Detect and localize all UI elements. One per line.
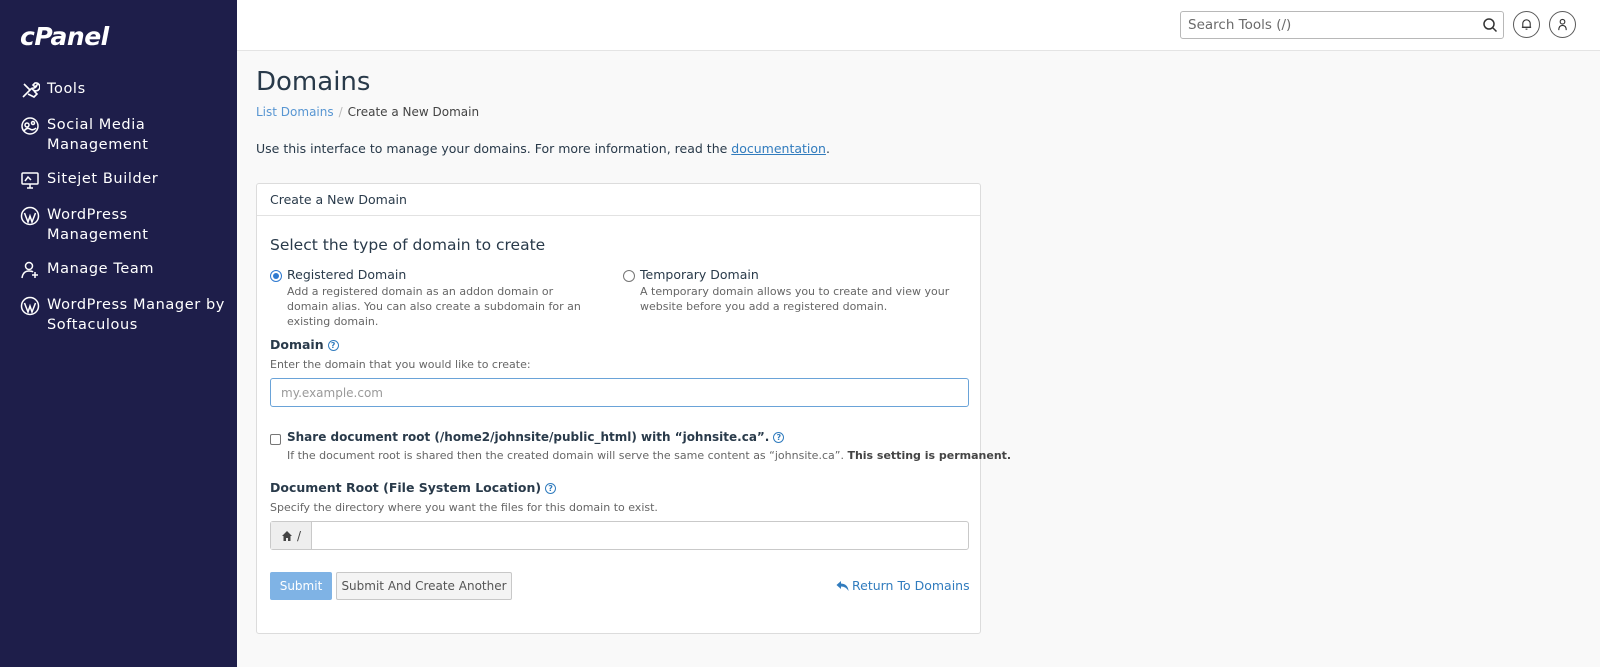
sidebar-nav: Tools Social Media Management Sitejet Bu… bbox=[0, 78, 237, 348]
page-title: Domains bbox=[256, 67, 371, 97]
submit-button[interactable]: Submit bbox=[270, 572, 332, 600]
home-icon bbox=[281, 530, 292, 541]
document-root-hint: Specify the directory where you want the… bbox=[270, 501, 658, 514]
intro-text-body: Use this interface to manage your domain… bbox=[256, 141, 732, 156]
domain-label: Domain? bbox=[270, 337, 339, 352]
sidebar-item-label: Manage Team bbox=[47, 261, 155, 277]
user-icon bbox=[1558, 18, 1567, 31]
breadcrumb-current: Create a New Domain bbox=[347, 105, 480, 119]
cpanel-logo[interactable]: cPanel bbox=[20, 22, 109, 51]
wordpress-icon bbox=[19, 205, 41, 227]
help-icon[interactable]: ? bbox=[545, 483, 557, 494]
permanent-setting-note: This setting is permanent. bbox=[847, 449, 1012, 462]
domain-input[interactable] bbox=[270, 378, 969, 407]
search-input[interactable] bbox=[1181, 12, 1471, 38]
sidebar-item-wordpress-softaculous[interactable]: WordPress Manager by Softaculous bbox=[0, 294, 237, 335]
document-root-field: / bbox=[270, 521, 969, 550]
user-menu-button[interactable] bbox=[1549, 11, 1576, 38]
temporary-domain-description: A temporary domain allows you to create … bbox=[640, 285, 950, 313]
breadcrumb-separator: / bbox=[338, 105, 343, 119]
share-document-root-hint: If the document root is shared then the … bbox=[287, 449, 1011, 462]
share-document-root-checkbox[interactable] bbox=[270, 434, 281, 445]
registered-domain-radio[interactable] bbox=[270, 270, 282, 282]
manage-team-icon bbox=[19, 259, 41, 281]
intro-text-end: . bbox=[825, 141, 830, 156]
section-title: Select the type of domain to create bbox=[270, 236, 546, 254]
sidebar-item-sitejet[interactable]: Sitejet Builder bbox=[0, 168, 237, 191]
document-root-input[interactable] bbox=[312, 522, 968, 549]
sidebar-item-social-media[interactable]: Social Media Management bbox=[0, 114, 237, 155]
help-icon[interactable]: ? bbox=[773, 432, 785, 443]
return-to-domains-link[interactable]: Return To Domains bbox=[836, 578, 970, 593]
sidebar: cPanel Tools Social Media Management Sit… bbox=[0, 0, 237, 667]
search-box bbox=[1180, 11, 1504, 39]
reply-arrow-icon bbox=[836, 580, 849, 591]
document-root-prefix: / bbox=[271, 522, 312, 549]
sidebar-item-label: WordPress Management bbox=[47, 207, 149, 243]
breadcrumb-list-domains-link[interactable]: List Domains bbox=[256, 105, 334, 119]
sidebar-item-manage-team[interactable]: Manage Team bbox=[0, 258, 237, 281]
sidebar-item-tools[interactable]: Tools bbox=[0, 78, 237, 101]
sitejet-icon bbox=[19, 169, 41, 191]
share-document-root-label: Share document root (/home2/johnsite/pub… bbox=[287, 430, 785, 444]
notifications-button[interactable] bbox=[1513, 11, 1540, 38]
temporary-domain-radio[interactable] bbox=[623, 270, 635, 282]
create-domain-panel: Create a New Domain Select the type of d… bbox=[256, 183, 1011, 634]
wordpress-icon bbox=[19, 295, 41, 317]
bell-icon bbox=[1521, 19, 1532, 30]
submit-and-create-another-button[interactable]: Submit And Create Another bbox=[336, 572, 512, 600]
search-icon[interactable] bbox=[1482, 17, 1498, 33]
document-root-slash: / bbox=[296, 528, 302, 543]
top-bar bbox=[237, 0, 1600, 51]
return-to-domains-label: Return To Domains bbox=[852, 578, 970, 593]
registered-domain-title: Registered Domain bbox=[287, 267, 407, 282]
domain-hint: Enter the domain that you would like to … bbox=[270, 358, 531, 371]
tools-icon bbox=[19, 79, 41, 101]
document-root-label: Document Root (File System Location)? bbox=[270, 480, 557, 495]
panel-heading: Create a New Domain bbox=[257, 184, 980, 216]
sidebar-item-label: WordPress Manager by Softaculous bbox=[47, 297, 225, 333]
help-icon[interactable]: ? bbox=[327, 340, 339, 351]
breadcrumb: List Domains / Create a New Domain bbox=[256, 105, 479, 119]
social-media-icon bbox=[19, 115, 41, 137]
sidebar-item-wordpress-management[interactable]: WordPress Management bbox=[0, 204, 237, 245]
temporary-domain-option[interactable]: Temporary Domain A temporary domain allo… bbox=[623, 267, 950, 314]
temporary-domain-title: Temporary Domain bbox=[640, 267, 759, 282]
share-hint-text: If the document root is shared then the … bbox=[287, 449, 844, 462]
sidebar-item-label: Social Media Management bbox=[47, 117, 149, 153]
share-label-text: Share document root (/home2/johnsite/pub… bbox=[287, 430, 770, 444]
sidebar-item-label: Sitejet Builder bbox=[47, 171, 159, 187]
domain-label-text: Domain bbox=[270, 337, 324, 352]
document-root-label-text: Document Root (File System Location) bbox=[270, 480, 542, 495]
sidebar-item-label: Tools bbox=[47, 81, 86, 97]
intro-text: Use this interface to manage your domain… bbox=[256, 141, 830, 156]
registered-domain-description: Add a registered domain as an addon doma… bbox=[287, 285, 581, 328]
registered-domain-option[interactable]: Registered Domain Add a registered domai… bbox=[270, 267, 597, 329]
documentation-link[interactable]: documentation bbox=[731, 141, 826, 156]
